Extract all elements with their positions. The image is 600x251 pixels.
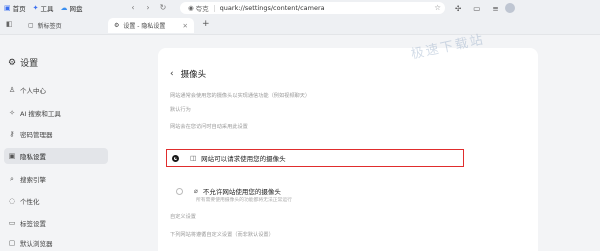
sidebar-item-search-engine[interactable]: ⌕ 搜索引擎 xyxy=(4,171,108,187)
camera-icon: ◫ xyxy=(190,154,197,162)
option-block-camera[interactable]: ⌀ 不允许网站使用您的摄像头 xyxy=(171,186,281,196)
collections-icon[interactable]: ▭ xyxy=(473,4,480,13)
tab-bar: ◧ ▢ 新标签页 ⚙ 设置 - 隐私设置 ✕ + xyxy=(0,16,600,35)
gear-icon: ⚙ xyxy=(114,22,120,29)
home-link-label: 首页 xyxy=(12,5,26,13)
sidebar-item-label: AI 搜索和工具 xyxy=(20,110,61,118)
settings-title: ⚙ 设置 xyxy=(8,56,39,70)
sidebar-item-label: 默认浏览器 xyxy=(20,240,53,248)
tools-link[interactable]: ✦ 工具 xyxy=(33,3,54,13)
tab-label: 新标签页 xyxy=(37,23,62,30)
tab-label: 设置 - 隐私设置 xyxy=(123,23,166,30)
forward-icon[interactable]: › xyxy=(143,2,153,14)
browser-icon: ▢ xyxy=(8,239,16,247)
settings-sidebar: ⚙ 设置 ♙ 个人中心 ✧ AI 搜索和工具 ⚷ 密码管理器 ▣ 隐私设置 ⌕ … xyxy=(0,36,115,251)
user-icon: ♙ xyxy=(8,86,16,94)
close-icon[interactable]: ✕ xyxy=(183,22,188,30)
radio-allow[interactable] xyxy=(172,154,179,162)
bookmark-star-icon[interactable]: ☆ xyxy=(434,2,441,14)
sidebar-toggle-icon[interactable]: ◧ xyxy=(6,20,13,28)
custom-settings-heading: 自定义设置 xyxy=(170,214,196,220)
option-block-label: 不允许网站使用您的摄像头 xyxy=(202,188,281,196)
lock-icon: ▣ xyxy=(8,152,16,160)
sidebar-item-profile[interactable]: ♙ 个人中心 xyxy=(4,82,108,98)
home-link[interactable]: ▣ 首页 xyxy=(4,3,26,13)
extensions-icon[interactable]: ✣ xyxy=(455,4,461,13)
palette-icon: ◌ xyxy=(8,197,16,205)
sidebar-item-label: 个性化 xyxy=(20,198,40,206)
sidebar-item-label: 个人中心 xyxy=(20,87,46,95)
back-icon[interactable]: ‹ xyxy=(128,2,138,14)
new-tab-icon[interactable]: + xyxy=(202,19,210,29)
cloud-icon: ☁ xyxy=(60,3,68,12)
search-icon: ⌕ xyxy=(10,174,14,183)
radio-block[interactable] xyxy=(176,187,183,195)
tab-new-tab[interactable]: ▢ 新标签页 xyxy=(22,18,68,33)
sidebar-item-label: 标签设置 xyxy=(20,220,46,228)
avatar[interactable] xyxy=(505,3,515,13)
menu-icon[interactable]: ≡ xyxy=(492,4,498,13)
site-security[interactable]: ◉ 夸克 xyxy=(188,3,209,13)
cloud-link[interactable]: ☁ 网盘 xyxy=(61,3,83,13)
key-icon: ⚷ xyxy=(9,130,15,138)
shield-icon: ◉ xyxy=(188,4,194,12)
page-header: ‹ 摄像头 xyxy=(170,68,206,80)
camera-description: 网站通常会使用您的摄像头以实现通信功能（例如视频聊天） xyxy=(170,93,311,99)
home-icon: ▣ xyxy=(4,3,11,12)
sidebar-item-privacy[interactable]: ▣ 隐私设置 xyxy=(4,148,108,164)
sidebar-item-passwords[interactable]: ⚷ 密码管理器 xyxy=(4,126,108,142)
address-bar[interactable]: ◉ 夸克 quark://settings/content/camera ☆ xyxy=(180,2,445,14)
settings-icon: ⚙ xyxy=(8,57,17,68)
tab-icon: ▭ xyxy=(8,219,16,227)
ai-icon: ✧ xyxy=(9,109,15,117)
option-allow-label: 网站可以请求使用您的摄像头 xyxy=(201,155,286,163)
security-label: 夸克 xyxy=(195,5,209,13)
reload-icon[interactable]: ↻ xyxy=(158,2,168,14)
settings-title-text: 设置 xyxy=(20,59,39,69)
page-title: 摄像头 xyxy=(180,70,207,80)
page-icon: ▢ xyxy=(28,22,34,29)
custom-settings-description: 下列网站将遵循自定义设置（而非默认设置） xyxy=(170,232,274,238)
sidebar-item-ai[interactable]: ✧ AI 搜索和工具 xyxy=(4,105,108,121)
address-url[interactable]: quark://settings/content/camera xyxy=(220,4,325,12)
back-arrow-icon[interactable]: ‹ xyxy=(170,69,174,79)
sidebar-item-label: 隐私设置 xyxy=(20,153,46,161)
top-bar: ▣ 首页 ✦ 工具 ☁ 网盘 ‹ › ↻ ◉ 夸克 quark://settin… xyxy=(0,0,600,16)
cloud-link-label: 网盘 xyxy=(69,5,83,13)
sidebar-item-personalize[interactable]: ◌ 个性化 xyxy=(4,193,108,209)
sidebar-item-label: 搜索引擎 xyxy=(20,176,46,184)
default-behavior-description: 网站会在您访问时自动采用此设置 xyxy=(170,124,248,130)
tools-link-label: 工具 xyxy=(40,5,54,13)
sidebar-item-label: 密码管理器 xyxy=(20,131,53,139)
sidebar-item-default-browser[interactable]: ▢ 默认浏览器 xyxy=(4,235,108,251)
toolbar-icons: ✣ ▭ ≡ xyxy=(455,2,499,14)
option-block-sublabel: 所有需要使用摄像头的功能都将无法正常运行 xyxy=(196,198,292,203)
sidebar-item-tabs[interactable]: ▭ 标签设置 xyxy=(4,215,108,231)
default-behavior-heading: 默认行为 xyxy=(170,107,191,113)
tools-icon: ✦ xyxy=(32,3,39,12)
camera-off-icon: ⌀ xyxy=(194,187,198,195)
address-divider xyxy=(213,4,215,12)
tab-settings[interactable]: ⚙ 设置 - 隐私设置 ✕ xyxy=(108,18,194,33)
camera-settings-card: ‹ 摄像头 网站通常会使用您的摄像头以实现通信功能（例如视频聊天） 默认行为 网… xyxy=(158,48,538,251)
option-allow-camera[interactable]: ◫ 网站可以请求使用您的摄像头 xyxy=(166,149,464,167)
navigation-buttons: ‹ › ↻ xyxy=(128,2,168,14)
